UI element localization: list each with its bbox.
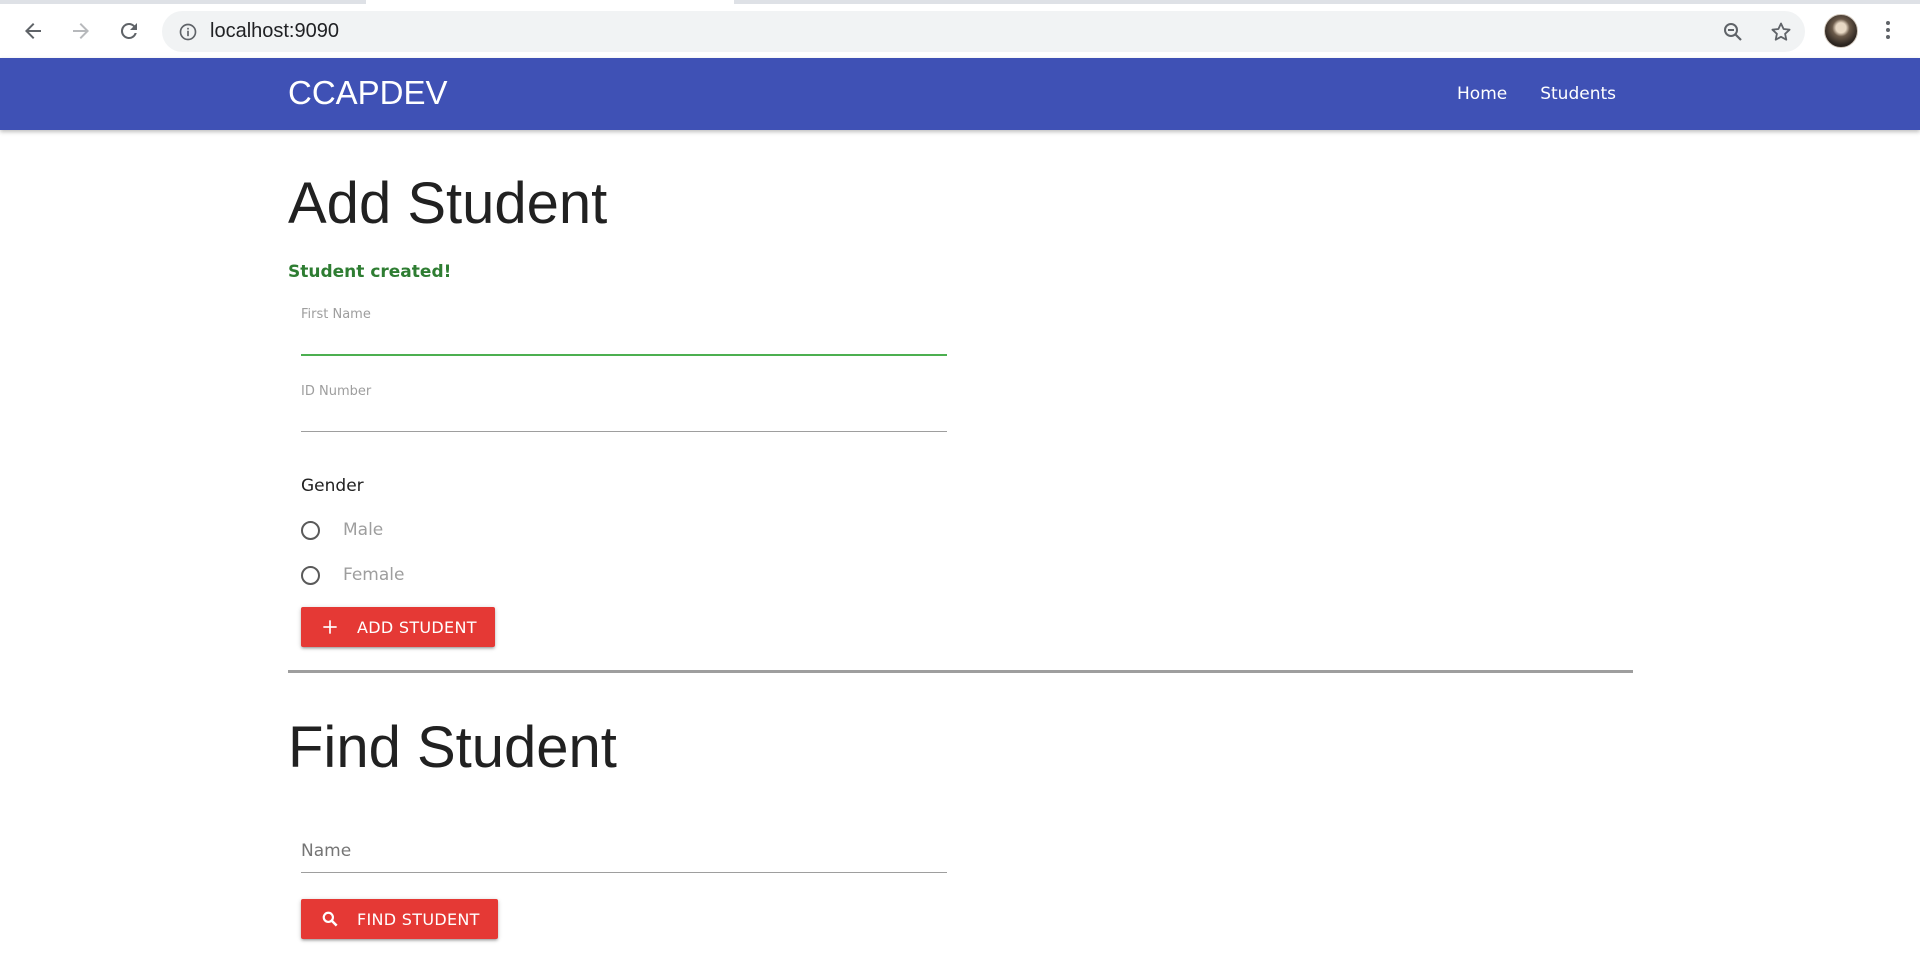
- zoom-out-icon[interactable]: [1709, 11, 1757, 52]
- radio-female-label[interactable]: Female: [343, 565, 404, 585]
- id-number-label: ID Number: [301, 384, 372, 399]
- first-name-label: First Name: [301, 307, 371, 322]
- search-icon: [319, 908, 341, 930]
- find-student-title: Find Student: [288, 715, 617, 780]
- find-student-button[interactable]: FIND STUDENT: [301, 899, 498, 939]
- profile-avatar[interactable]: [1824, 14, 1858, 48]
- name-search-input[interactable]: [301, 830, 947, 873]
- back-button[interactable]: [13, 11, 53, 51]
- url-text[interactable]: localhost:9090: [210, 20, 339, 43]
- section-divider: [288, 670, 1633, 673]
- nav-links: Home Students: [1424, 58, 1616, 130]
- nav-link-students[interactable]: Students: [1540, 84, 1616, 104]
- gender-label: Gender: [301, 476, 364, 496]
- add-student-button[interactable]: ADD STUDENT: [301, 607, 495, 647]
- arrow-left-icon: [25, 23, 41, 39]
- radio-button-icon[interactable]: [301, 565, 320, 585]
- app-navbar: CCAPDEV Home Students: [0, 58, 1920, 130]
- info-icon[interactable]: [176, 20, 200, 44]
- bookmark-star-icon[interactable]: [1757, 11, 1805, 52]
- forward-button[interactable]: [61, 11, 101, 51]
- first-name-field: First Name: [301, 307, 947, 356]
- add-student-button-label: ADD STUDENT: [357, 617, 477, 637]
- plus-icon: [319, 616, 341, 638]
- arrow-right-icon: [73, 23, 89, 39]
- status-message: Student created!: [288, 262, 452, 282]
- tab-strip: [0, 0, 1920, 4]
- reload-icon: [120, 22, 137, 39]
- id-number-field: ID Number: [301, 384, 947, 432]
- radio-female[interactable]: Female: [301, 565, 404, 585]
- id-number-input[interactable]: [301, 399, 947, 432]
- browser-toolbar: localhost:9090: [0, 0, 1920, 58]
- radio-male-label[interactable]: Male: [343, 520, 383, 540]
- name-search-field: [301, 830, 947, 873]
- reload-button[interactable]: [109, 11, 149, 51]
- add-student-title: Add Student: [288, 171, 608, 236]
- brand-logo[interactable]: CCAPDEV: [288, 74, 448, 112]
- radio-male[interactable]: Male: [301, 520, 383, 540]
- address-bar[interactable]: localhost:9090: [162, 11, 1805, 52]
- first-name-input[interactable]: [301, 322, 947, 356]
- find-student-button-label: FIND STUDENT: [357, 909, 480, 929]
- active-tab-indicator: [366, 0, 734, 4]
- radio-button-icon[interactable]: [301, 520, 320, 540]
- more-vert-icon[interactable]: [1870, 14, 1906, 46]
- nav-link-home[interactable]: Home: [1457, 84, 1507, 104]
- omnibox-actions: [1709, 11, 1805, 52]
